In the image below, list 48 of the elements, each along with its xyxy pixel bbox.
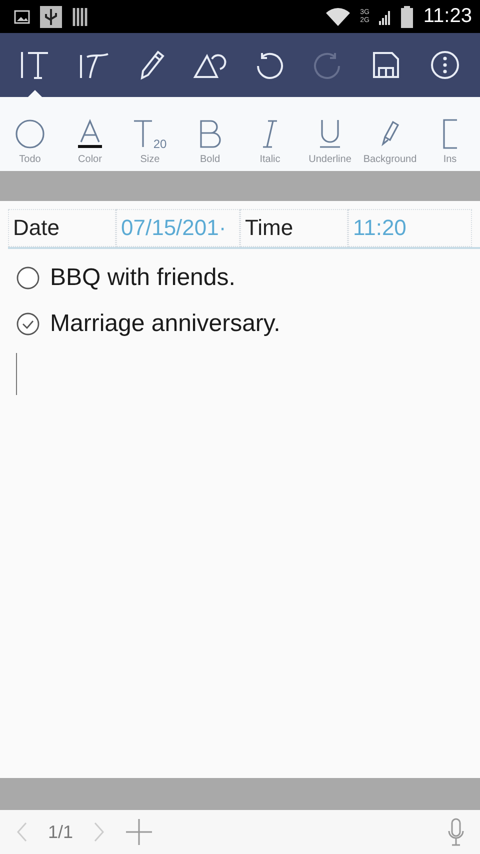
checked-circle-icon[interactable] [16,312,40,336]
image-icon [14,10,30,24]
format-label: Todo [19,154,41,165]
italic-icon [262,119,278,149]
todo-text: BBQ with friends. [50,264,236,292]
barcode-icon [72,8,88,26]
font-size-icon [133,119,154,149]
clock-time: 11:23 [423,5,472,28]
add-page-button[interactable] [125,818,154,846]
time-field[interactable]: 11:20 [348,209,472,247]
format-label: Size [140,154,160,165]
format-label: Ins [443,154,457,165]
bold-icon [198,119,222,149]
save-icon [372,51,400,79]
underline-icon [319,119,341,149]
format-label: Color [78,154,102,165]
battery-icon [401,6,414,28]
signal-icon [379,8,392,24]
microphone-button[interactable] [448,818,464,846]
wifi-icon [326,8,350,26]
format-label: Background [363,154,417,165]
date-field[interactable]: 07/15/201· [116,209,240,247]
page-indicator: 1/1 [48,822,74,842]
format-label: Bold [200,154,220,165]
usb-icon [40,6,62,28]
more-icon [430,50,460,80]
format-label: Italic [260,154,280,165]
pencil-icon [139,50,166,80]
size-format-button[interactable]: 20 Size [120,117,180,165]
todo-format-button[interactable]: Todo [0,117,60,165]
circle-icon [15,119,45,149]
italic-format-button[interactable]: Italic [240,117,300,165]
undo-icon [254,50,284,80]
circle-icon[interactable] [16,266,40,290]
color-format-button[interactable]: Color [60,117,120,165]
bold-format-button[interactable]: Bold [180,117,240,165]
redo-icon [312,50,343,80]
text-cursor [16,353,17,395]
font-color-icon [77,119,103,149]
todo-text: Marriage anniversary. [50,310,280,338]
date-label: Date [8,209,116,247]
highlighter-icon [380,120,400,148]
time-label: Time [240,209,348,247]
background-format-button[interactable]: Background [360,117,420,165]
font-size-value: 20 [153,137,167,151]
insert-format-button[interactable]: Ins [420,117,480,165]
format-label: Underline [308,154,352,165]
underline-format-button[interactable]: Underline [300,117,360,165]
